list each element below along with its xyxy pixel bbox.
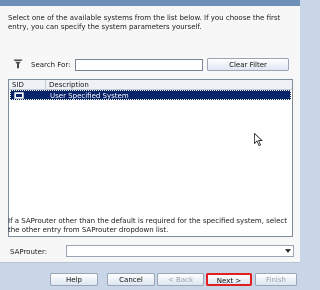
column-header-description[interactable]: Description xyxy=(49,81,89,89)
filter-icon[interactable] xyxy=(13,59,23,69)
saprouter-label: SAProuter: xyxy=(10,248,48,256)
clear-filter-button[interactable]: Clear Filter xyxy=(207,58,289,71)
next-button[interactable]: Next > xyxy=(206,273,252,286)
column-header-sid[interactable]: SID xyxy=(12,81,24,89)
table-header: SID Description xyxy=(9,80,292,90)
cancel-button[interactable]: Cancel xyxy=(107,273,155,286)
saprouter-info-text: If a SAProuter other than the default is… xyxy=(8,217,287,234)
dropdown-arrow-icon[interactable] xyxy=(285,249,291,253)
row-description: User Specified System xyxy=(50,92,129,100)
column-divider[interactable] xyxy=(45,80,46,89)
back-button[interactable]: < Back xyxy=(157,273,204,286)
system-icon xyxy=(14,92,24,99)
search-label: Search For: xyxy=(31,61,71,69)
table-row[interactable]: User Specified System xyxy=(10,90,291,100)
systems-table: SID Description User Specified System xyxy=(8,79,293,237)
saprouter-dropdown[interactable] xyxy=(66,245,294,257)
intro-text: Select one of the available systems from… xyxy=(8,14,281,31)
mouse-cursor-icon xyxy=(254,133,263,146)
help-button[interactable]: Help xyxy=(50,273,98,286)
search-input[interactable] xyxy=(75,59,203,71)
finish-button[interactable]: Finish xyxy=(255,273,297,286)
